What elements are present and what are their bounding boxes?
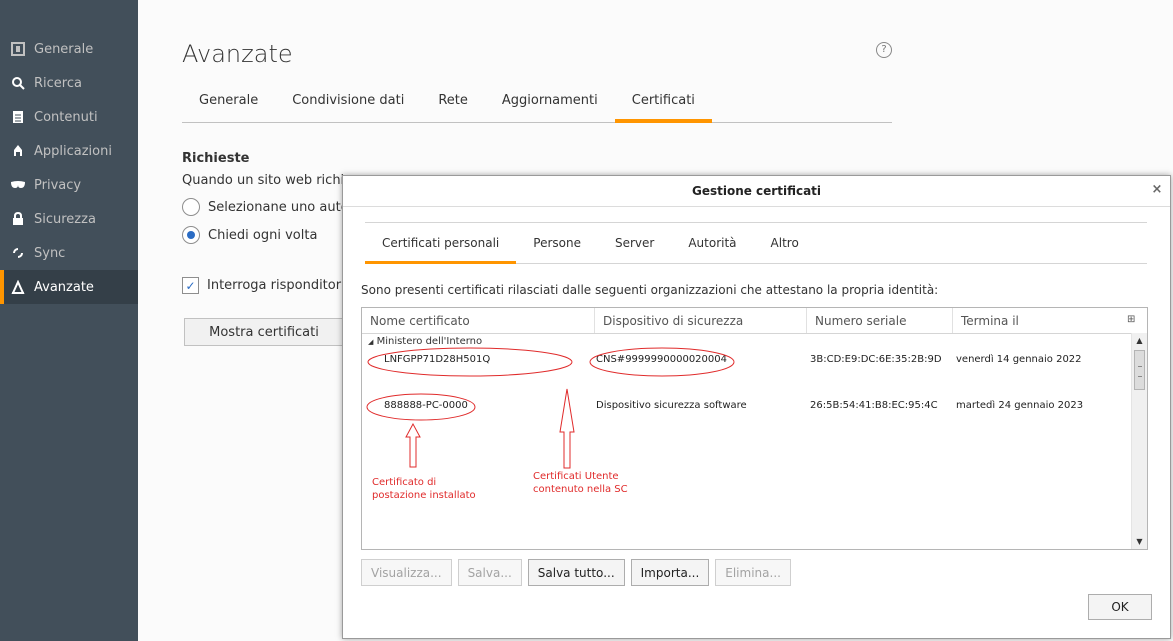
checkbox-label: Interroga risponditori bbox=[207, 278, 345, 293]
import-button[interactable]: Importa... bbox=[630, 559, 710, 586]
radio-button[interactable] bbox=[182, 198, 200, 216]
sidebar-item-label: Contenuti bbox=[34, 109, 98, 125]
vertical-scrollbar[interactable]: ▲ ▼ bbox=[1131, 333, 1147, 549]
column-header-serial[interactable]: Numero seriale bbox=[807, 308, 953, 333]
scroll-up-icon[interactable]: ▲ bbox=[1132, 333, 1147, 348]
section-title: Richieste bbox=[182, 151, 250, 166]
certificate-manager-dialog: Gestione certificati × Certificati perso… bbox=[342, 175, 1171, 639]
view-button[interactable]: Visualizza... bbox=[361, 559, 452, 586]
sync-icon bbox=[10, 245, 26, 261]
checkbox-checked[interactable]: ✓ bbox=[182, 277, 199, 294]
sidebar-items: Generale Ricerca Contenuti Applicazioni … bbox=[0, 32, 138, 304]
table-row[interactable]: LNFGPP71D28H501Q CNS#9999990000020004 3B… bbox=[362, 351, 1132, 371]
annotation-arrow-left bbox=[405, 422, 421, 468]
annotation-text: postazione installato bbox=[372, 490, 476, 501]
preferences-tabs: Generale Condivisione dati Rete Aggiorna… bbox=[182, 78, 892, 123]
sidebar-item-label: Sync bbox=[34, 245, 66, 261]
cell-name: 888888-PC-0000 bbox=[384, 400, 468, 411]
save-all-button[interactable]: Salva tutto... bbox=[527, 559, 625, 586]
search-icon bbox=[10, 75, 26, 91]
tab-aggiornamenti[interactable]: Aggiornamenti bbox=[485, 78, 615, 122]
content-icon bbox=[10, 109, 26, 125]
delete-button[interactable]: Elimina... bbox=[715, 559, 791, 586]
scroll-down-icon[interactable]: ▼ bbox=[1132, 534, 1147, 549]
ok-button[interactable]: OK bbox=[1088, 594, 1152, 620]
sidebar-item-label: Sicurezza bbox=[34, 211, 96, 227]
ocsp-checkbox-row[interactable]: ✓ Interroga risponditori bbox=[182, 277, 345, 294]
tab-certificati[interactable]: Certificati bbox=[614, 78, 713, 123]
annotation-label-left: Certificato di postazione installato bbox=[372, 476, 476, 502]
sidebar-item-label: Privacy bbox=[34, 177, 82, 193]
tab-autorita[interactable]: Autorità bbox=[671, 223, 753, 263]
section-description: Quando un sito web richiec bbox=[182, 173, 360, 188]
cell-expires: venerdì 14 gennaio 2022 bbox=[956, 354, 1082, 365]
dialog-titlebar: Gestione certificati × bbox=[343, 176, 1170, 207]
radio-label: Chiedi ogni volta bbox=[208, 227, 318, 243]
sidebar-item-avanzate[interactable]: Avanzate bbox=[0, 270, 138, 304]
sidebar-item-contenuti[interactable]: Contenuti bbox=[0, 100, 138, 134]
cell-name: LNFGPP71D28H501Q bbox=[384, 354, 491, 365]
collapse-triangle-icon[interactable]: ◢ bbox=[368, 338, 373, 346]
applications-icon bbox=[10, 143, 26, 159]
sidebar-item-label: Generale bbox=[34, 41, 94, 57]
tab-certificati-personali[interactable]: Certificati personali bbox=[365, 223, 517, 264]
tab-generale[interactable]: Generale bbox=[182, 78, 275, 122]
advanced-icon bbox=[10, 279, 26, 295]
save-button[interactable]: Salva... bbox=[457, 559, 522, 586]
radio-button-checked[interactable] bbox=[182, 226, 200, 244]
cell-expires: martedì 24 gennaio 2023 bbox=[956, 400, 1084, 411]
cell-device: CNS#9999990000020004 bbox=[596, 354, 727, 365]
close-icon[interactable]: × bbox=[1150, 183, 1164, 197]
scroll-thumb[interactable] bbox=[1134, 350, 1145, 390]
tab-server[interactable]: Server bbox=[598, 223, 671, 263]
tab-persone[interactable]: Persone bbox=[516, 223, 598, 263]
group-label: Ministero dell'Interno bbox=[376, 336, 483, 347]
help-icon[interactable]: ? bbox=[876, 42, 892, 58]
column-picker-icon[interactable]: ⊞ bbox=[1127, 314, 1139, 326]
tree-group-row[interactable]: ◢ Ministero dell'Interno bbox=[368, 336, 482, 347]
show-certificates-button[interactable]: Mostra certificati bbox=[184, 318, 344, 346]
tab-condivisione-dati[interactable]: Condivisione dati bbox=[275, 78, 421, 122]
cell-serial: 3B:CD:E9:DC:6E:35:2B:9D bbox=[810, 354, 942, 365]
sidebar-item-privacy[interactable]: Privacy bbox=[0, 168, 138, 202]
sidebar-item-sync[interactable]: Sync bbox=[0, 236, 138, 270]
preferences-sidebar: Generale Ricerca Contenuti Applicazioni … bbox=[0, 0, 138, 641]
sidebar-item-sicurezza[interactable]: Sicurezza bbox=[0, 202, 138, 236]
general-icon bbox=[10, 41, 26, 57]
radio-select-automatically[interactable]: Selezionane uno autor bbox=[182, 198, 354, 216]
annotation-text: Certificati Utente bbox=[533, 471, 619, 482]
annotation-text: Certificato di bbox=[372, 477, 437, 488]
cell-serial: 26:5B:54:41:B8:EC:95:4C bbox=[810, 400, 938, 411]
page-title: Avanzate bbox=[182, 40, 293, 68]
column-header-name[interactable]: Nome certificato bbox=[362, 308, 595, 333]
column-header-device[interactable]: Dispositivo di sicurezza bbox=[595, 308, 807, 333]
sidebar-item-label: Applicazioni bbox=[34, 143, 112, 159]
grip-icon bbox=[1138, 366, 1142, 377]
column-header-expires[interactable]: Termina il bbox=[953, 308, 1103, 333]
tab-rete[interactable]: Rete bbox=[421, 78, 485, 122]
radio-label: Selezionane uno autor bbox=[208, 199, 354, 215]
sidebar-item-ricerca[interactable]: Ricerca bbox=[0, 66, 138, 100]
certificate-tree[interactable]: Nome certificato Dispositivo di sicurezz… bbox=[361, 307, 1148, 550]
dialog-title: Gestione certificati bbox=[691, 184, 822, 198]
tree-header: Nome certificato Dispositivo di sicurezz… bbox=[362, 308, 1147, 334]
security-icon bbox=[10, 211, 26, 227]
sidebar-item-label: Ricerca bbox=[34, 75, 82, 91]
sidebar-item-generale[interactable]: Generale bbox=[0, 32, 138, 66]
radio-ask-every-time[interactable]: Chiedi ogni volta bbox=[182, 226, 317, 244]
dialog-description: Sono presenti certificati rilasciati dal… bbox=[361, 283, 939, 297]
annotation-text: contenuto nella SC bbox=[533, 484, 628, 495]
table-row[interactable]: 888888-PC-0000 Dispositivo sicurezza sof… bbox=[362, 397, 1132, 417]
dialog-tabs: Certificati personali Persone Server Aut… bbox=[365, 222, 1147, 264]
cell-device: Dispositivo sicurezza software bbox=[596, 400, 747, 411]
sidebar-item-label: Avanzate bbox=[34, 279, 94, 295]
privacy-mask-icon bbox=[10, 177, 26, 193]
dialog-button-row: Visualizza... Salva... Salva tutto... Im… bbox=[361, 559, 791, 586]
tab-altro[interactable]: Altro bbox=[754, 223, 816, 263]
sidebar-item-applicazioni[interactable]: Applicazioni bbox=[0, 134, 138, 168]
annotation-label-right: Certificati Utente contenuto nella SC bbox=[533, 470, 628, 496]
